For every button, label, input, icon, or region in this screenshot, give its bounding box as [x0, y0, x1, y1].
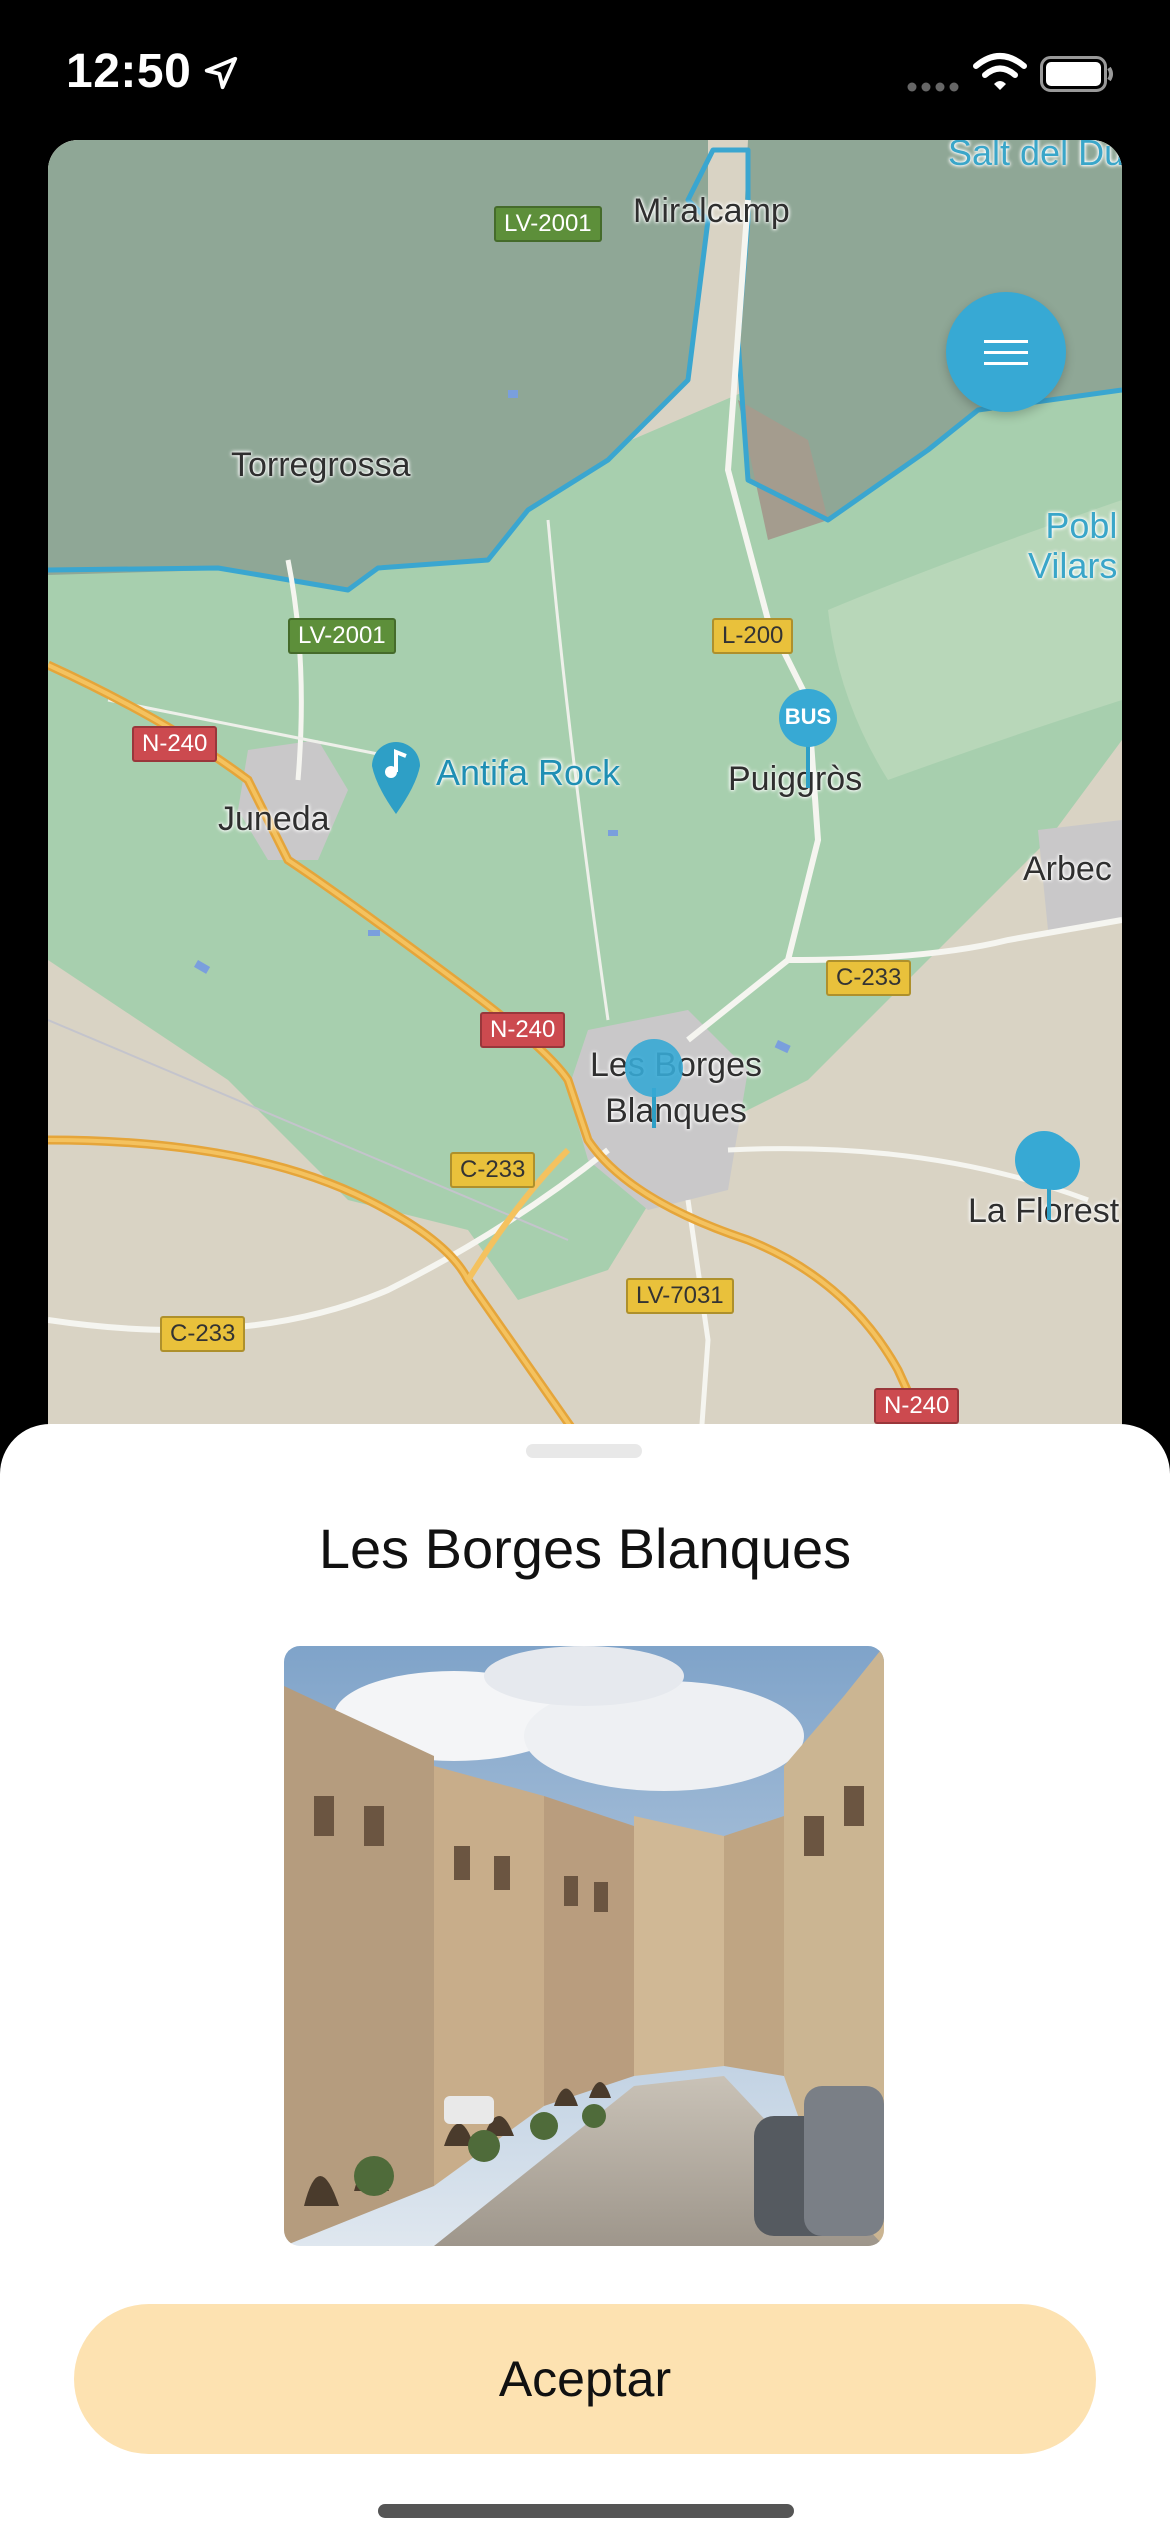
wifi-icon	[973, 53, 1027, 90]
sheet-grabber[interactable]	[526, 1444, 642, 1458]
location-photo	[284, 1646, 884, 2246]
road-tag: N-240	[874, 1388, 960, 1424]
road-tag: C-233	[160, 1316, 246, 1352]
bus-pin-icon	[1015, 1131, 1080, 1220]
accept-button[interactable]: Aceptar	[74, 2304, 1096, 2454]
bus-stop-pin[interactable]	[624, 1038, 684, 1128]
menu-lines-icon	[984, 336, 1028, 369]
place-label-torregrossa: Torregrossa	[231, 446, 411, 484]
music-pin-icon	[372, 742, 420, 814]
road-tag: N-240	[132, 726, 218, 762]
place-label-arbeca: Arbec	[1023, 850, 1112, 888]
road-tag: LV-2001	[494, 206, 602, 242]
road-tag: L-200	[712, 618, 794, 654]
road-tag: C-233	[826, 960, 912, 996]
location-arrow-icon	[204, 56, 238, 90]
battery-icon	[1040, 56, 1113, 92]
map-view[interactable]: Miralcamp Salt del Du Torregrossa Pobl V…	[48, 140, 1122, 1480]
status-time: 12:50	[66, 45, 192, 98]
location-detail-sheet: Les Borges Blanques Aceptar	[0, 1424, 1170, 2532]
home-indicator[interactable]	[378, 2504, 794, 2518]
menu-button[interactable]	[946, 292, 1066, 412]
poi-label: Antifa Rock	[436, 752, 621, 793]
bus-pin-icon	[779, 689, 837, 788]
place-label-pobla: Pobl Vilars	[1028, 505, 1118, 586]
bus-pin-label: BUS	[784, 704, 832, 729]
cellular-signal-icon	[907, 82, 959, 92]
status-bar: 12:50	[0, 0, 1170, 140]
bus-stop-pin[interactable]: BUS	[778, 688, 838, 788]
road-tag: LV-7031	[626, 1278, 734, 1314]
place-label-salt: Salt del Du	[948, 140, 1122, 173]
street-photo	[284, 1646, 884, 2246]
location-title: Les Borges Blanques	[318, 1517, 852, 1580]
road-tag: LV-2001	[288, 618, 396, 654]
road-tag: N-240	[480, 1012, 566, 1048]
place-label-juneda: Juneda	[218, 800, 330, 838]
bus-stop-pin[interactable]	[1014, 1130, 1084, 1220]
place-label-miralcamp: Miralcamp	[633, 192, 790, 230]
road-tag: C-233	[450, 1152, 536, 1188]
bus-pin-icon	[625, 1039, 683, 1128]
